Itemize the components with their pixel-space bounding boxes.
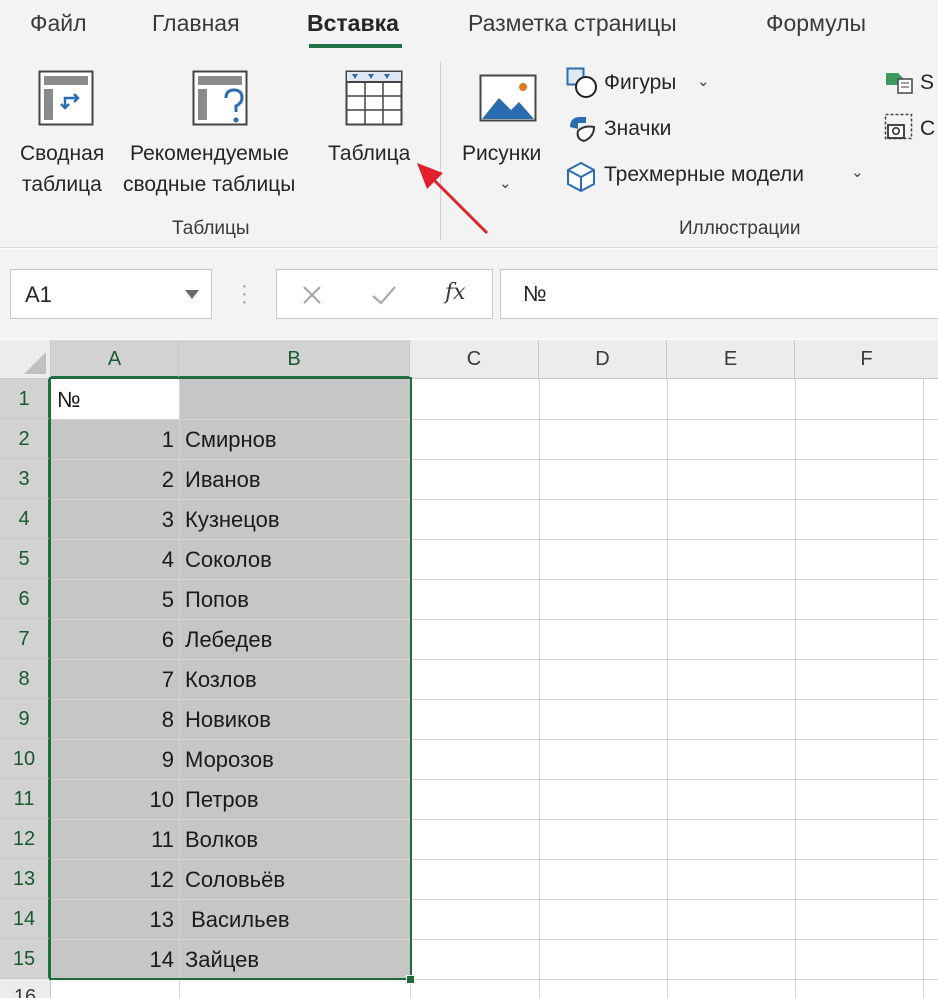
- recommended-pivot-label-2: сводные таблицы: [123, 173, 296, 196]
- row-header-12[interactable]: 12: [0, 819, 51, 859]
- 3d-models-chevron-icon: ⌄: [851, 164, 864, 181]
- formula-buttons: fx: [276, 269, 493, 319]
- gridline: [539, 379, 540, 998]
- annotation-arrow: [417, 163, 489, 235]
- column-header-f[interactable]: F: [795, 340, 938, 379]
- row-header-10[interactable]: 10: [0, 739, 51, 779]
- fill-handle[interactable]: [406, 975, 415, 984]
- column-header-a[interactable]: A: [51, 340, 179, 379]
- row-header-13[interactable]: 13: [0, 859, 51, 899]
- insert-function-icon[interactable]: fx: [445, 280, 466, 305]
- tab-insert[interactable]: Вставка: [307, 10, 399, 37]
- shapes-icon: [566, 67, 597, 98]
- row-header-16[interactable]: 16: [0, 979, 51, 998]
- picture-icon: [479, 74, 537, 122]
- shapes-label: Фигуры: [604, 71, 677, 94]
- row-header-14[interactable]: 14: [0, 899, 51, 939]
- row-header-1[interactable]: 1: [0, 379, 51, 419]
- recommended-pivot-icon: [192, 70, 248, 126]
- enter-check-icon[interactable]: [371, 284, 397, 306]
- recommended-pivot-label-1: Рекомендуемые: [130, 142, 289, 165]
- pivot-table-icon: [38, 70, 94, 126]
- table-icon: [345, 70, 403, 126]
- pivot-table-label-2: таблица: [22, 173, 102, 196]
- name-box[interactable]: A1: [10, 269, 212, 319]
- smartart-label: S: [920, 71, 935, 94]
- select-all-corner[interactable]: [0, 340, 51, 379]
- chevron-down-icon: ⌄: [499, 175, 512, 192]
- cube-icon: [567, 161, 595, 193]
- tab-formulas[interactable]: Формулы: [766, 10, 866, 37]
- column-header-e[interactable]: E: [667, 340, 795, 379]
- row-header-3[interactable]: 3: [0, 459, 51, 499]
- screenshot-label: С: [920, 117, 936, 140]
- row-header-4[interactable]: 4: [0, 499, 51, 539]
- row-header-15[interactable]: 15: [0, 939, 51, 979]
- column-header-b[interactable]: B: [179, 340, 410, 379]
- icons-icon: [570, 117, 596, 143]
- gridline: [795, 379, 796, 998]
- formula-value: №: [523, 281, 547, 306]
- tab-page-layout[interactable]: Разметка страницы: [468, 10, 677, 37]
- pivot-table-label-1: Сводная: [20, 142, 105, 165]
- shapes-chevron-icon: ⌄: [697, 73, 710, 90]
- tab-file[interactable]: Файл: [30, 10, 87, 37]
- tables-group-label: Таблицы: [172, 218, 250, 239]
- row-header-5[interactable]: 5: [0, 539, 51, 579]
- cancel-icon[interactable]: [301, 284, 323, 306]
- formula-input[interactable]: №: [500, 269, 938, 319]
- row-header-6[interactable]: 6: [0, 579, 51, 619]
- gridline: [923, 379, 924, 998]
- icons-label: Значки: [604, 117, 672, 140]
- table-label: Таблица: [328, 142, 411, 165]
- active-tab-indicator: [309, 44, 402, 48]
- name-box-value: A1: [25, 282, 52, 307]
- 3d-models-label: Трехмерные модели: [604, 163, 804, 186]
- row-header-2[interactable]: 2: [0, 419, 51, 459]
- row-header-11[interactable]: 11: [0, 779, 51, 819]
- row-header-9[interactable]: 9: [0, 699, 51, 739]
- name-box-dropdown-icon[interactable]: [185, 290, 199, 299]
- tab-home[interactable]: Главная: [152, 10, 240, 37]
- column-header-d[interactable]: D: [539, 340, 667, 379]
- row-header-8[interactable]: 8: [0, 659, 51, 699]
- splitter-handle[interactable]: · · ·: [241, 276, 248, 312]
- gridline: [667, 379, 668, 998]
- select-all-triangle-icon: [24, 352, 46, 374]
- selection-border: [49, 377, 412, 980]
- row-header-7[interactable]: 7: [0, 619, 51, 659]
- illustrations-group-label: Иллюстрации: [679, 218, 801, 239]
- column-header-c[interactable]: C: [410, 340, 539, 379]
- smartart-icon: [886, 73, 913, 94]
- screenshot-icon: [884, 113, 913, 140]
